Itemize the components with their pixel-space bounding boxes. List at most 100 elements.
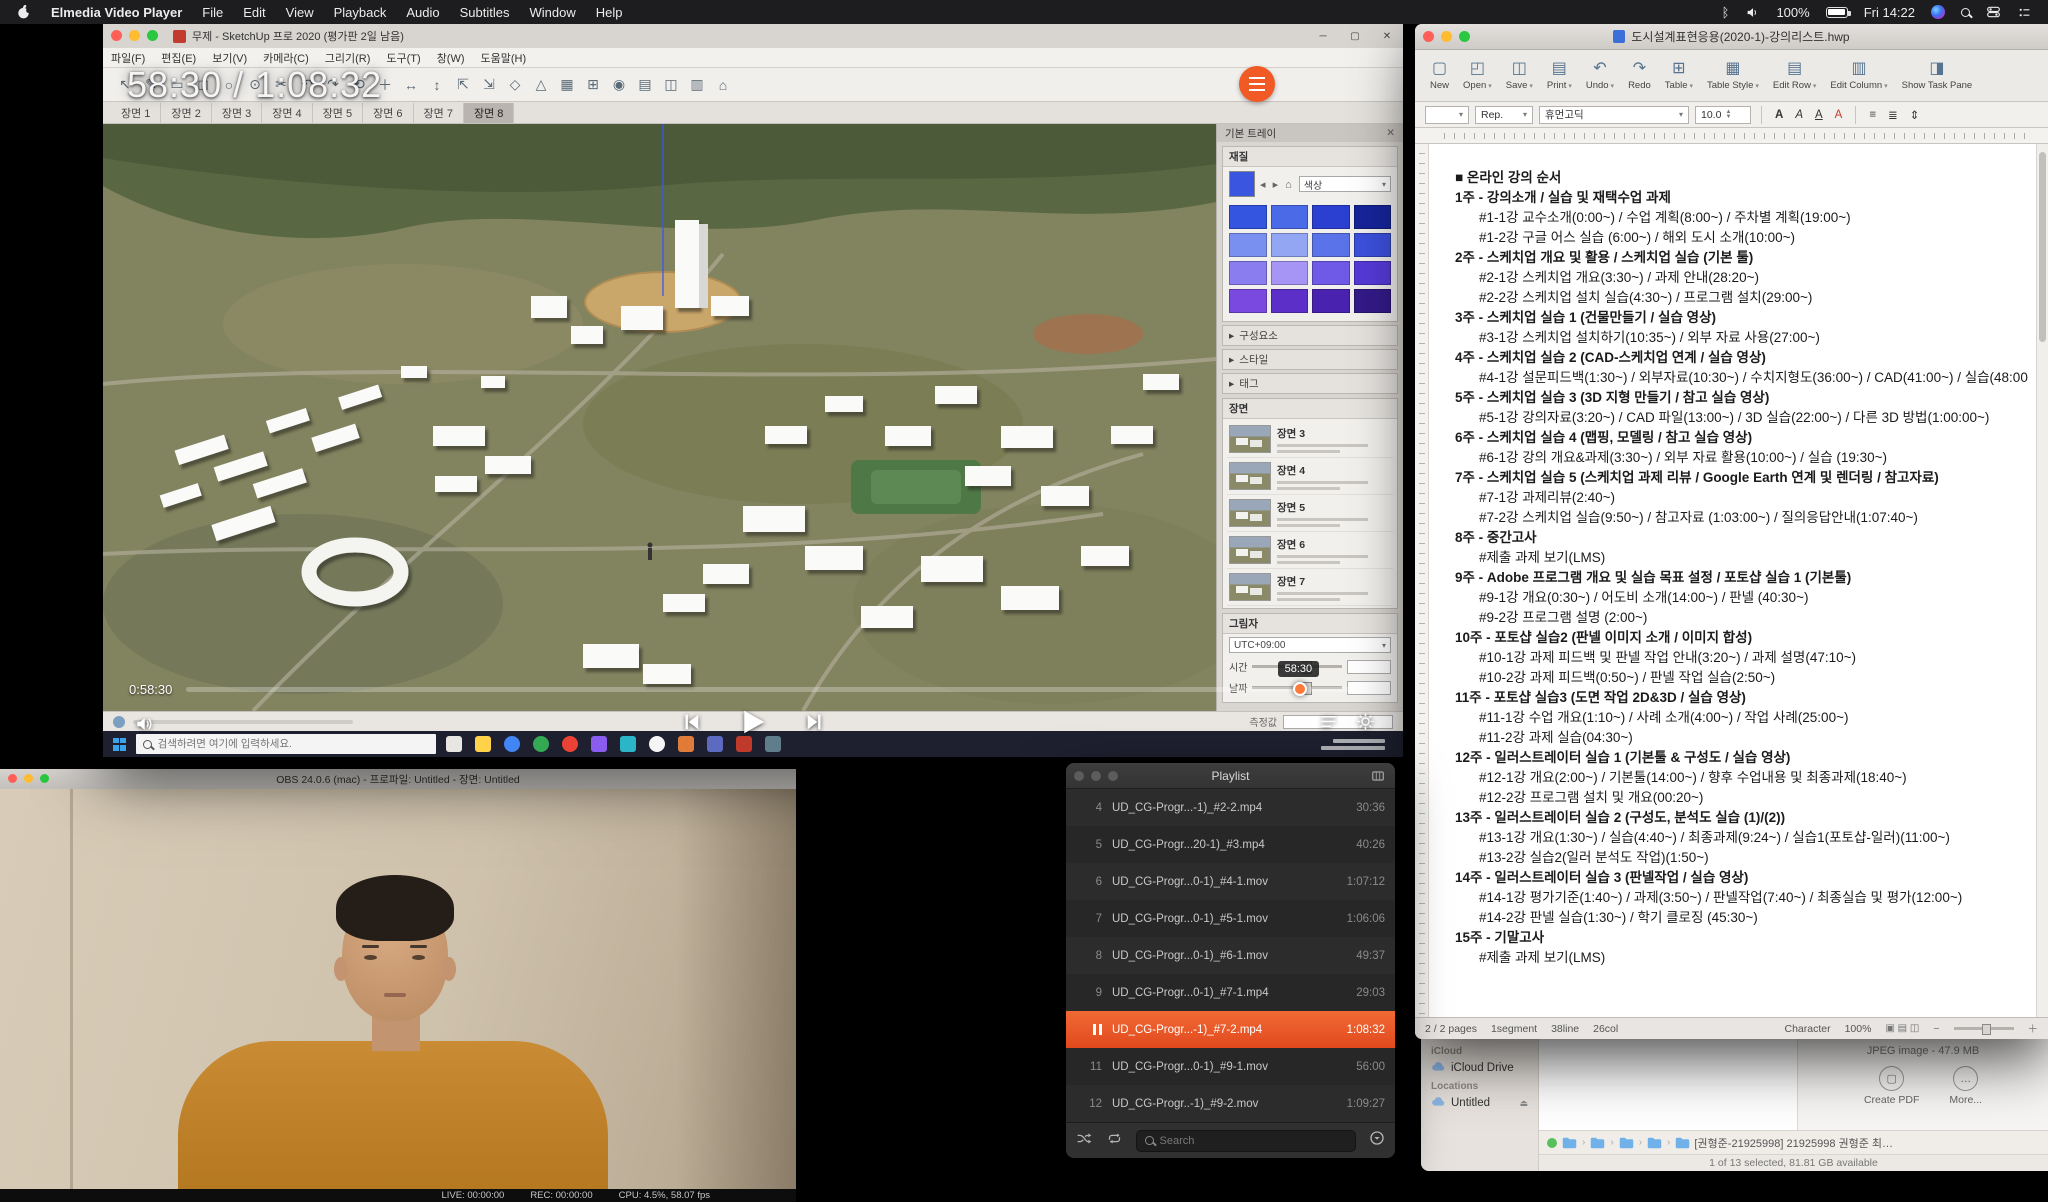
playlist-item[interactable]: 8 UD_CG-Progr...0-1)_#6-1.mov 49:37 [1066, 937, 1395, 974]
line-spacing-icon[interactable]: ⇕ [1907, 108, 1923, 122]
scene-thumbnail-item[interactable]: 장면 4 [1227, 458, 1393, 495]
hwp-toolbar-button[interactable]: ⊞ Table [1658, 60, 1700, 91]
sketchup-tool-icon[interactable]: ⌂ [711, 73, 735, 97]
color-swatch[interactable] [1271, 261, 1309, 285]
zoom-window-button[interactable] [1108, 771, 1118, 781]
volume-icon[interactable] [1745, 6, 1760, 19]
color-swatch[interactable] [1354, 289, 1392, 313]
scene-tab[interactable]: 장면 5 [313, 103, 363, 123]
sketchup-tool-icon[interactable]: ◉ [607, 73, 631, 97]
font-color-icon[interactable]: A [1832, 109, 1846, 121]
seek-bar[interactable]: 58:30 [186, 687, 1377, 692]
sidebar-item[interactable]: Untitled ⏏ [1421, 1093, 1538, 1113]
hwp-toolbar-button[interactable]: ↷ Redo [1621, 60, 1658, 91]
zoom-window-button[interactable] [147, 30, 158, 41]
playlist-item[interactable]: 5 UD_CG-Progr...20-1)_#3.mp4 40:26 [1066, 826, 1395, 863]
shuffle-icon[interactable] [1076, 1131, 1093, 1151]
playlist-panel-icon[interactable] [1371, 769, 1385, 786]
hwp-toolbar-button[interactable]: ◰ Open [1456, 60, 1499, 91]
zoom-slider[interactable] [1954, 1027, 2014, 1030]
minimize-window-button[interactable] [129, 30, 140, 41]
spotlight-icon[interactable] [1961, 8, 1970, 17]
next-button[interactable] [804, 711, 826, 733]
hwp-toolbar-button[interactable]: ▢ New [1423, 60, 1456, 91]
apple-menu-icon[interactable] [16, 4, 31, 20]
scenes-panel-header[interactable]: 장면 [1223, 399, 1397, 419]
color-swatch[interactable] [1354, 205, 1392, 229]
hwp-toolbar-button[interactable]: ◨ Show Task Pane [1895, 60, 1980, 91]
color-swatch[interactable] [1354, 233, 1392, 257]
seek-handle[interactable] [1293, 682, 1307, 696]
sketchup-tool-icon[interactable]: ▤ [633, 73, 657, 97]
obs-titlebar[interactable]: OBS 24.0.6 (mac) - 프로파일: Untitled - 장면: … [0, 769, 796, 789]
utc-dropdown[interactable]: UTC+09:00▾ [1229, 637, 1391, 653]
hwp-toolbar-button[interactable]: ▤ Edit Row [1766, 60, 1823, 91]
zoom-window-button[interactable] [40, 774, 49, 783]
hwp-titlebar[interactable]: 도시설계표현응용(2020-1)-강의리스트.hwp [1415, 24, 2048, 50]
zoom-out-icon[interactable]: − [1933, 1023, 1939, 1035]
tray-section-header[interactable]: ▸ 스타일 [1222, 349, 1398, 370]
sketchup-tool-icon[interactable]: ↕ [425, 73, 449, 97]
scene-thumbnail-item[interactable]: 장면 3 [1227, 421, 1393, 458]
view-mode-icons[interactable]: ▣ ▤ ◫ [1885, 1023, 1919, 1034]
playlist-sort-icon[interactable] [1369, 1130, 1385, 1151]
zoom-in-icon[interactable]: ＋ [2028, 1021, 2039, 1036]
menu-bar-item[interactable]: Playback [334, 5, 387, 20]
horizontal-ruler[interactable] [1415, 128, 2048, 144]
menu-bar-clock[interactable]: Fri 14:22 [1864, 5, 1915, 20]
obs-window-controls[interactable] [8, 774, 49, 783]
path-crumb[interactable] [1562, 1137, 1577, 1149]
hwp-toolbar-button[interactable]: ↶ Undo [1579, 60, 1621, 91]
finder-file-list[interactable] [1539, 1039, 1798, 1130]
control-center-icon[interactable] [1986, 5, 2001, 19]
style-dropdown[interactable]: ▾ [1425, 106, 1469, 124]
color-swatch[interactable] [1271, 289, 1309, 313]
tray-section-header[interactable]: ▸ 구성요소 [1222, 325, 1398, 346]
minimize-window-button[interactable] [24, 774, 33, 783]
eject-icon[interactable]: ⏏ [1519, 1098, 1528, 1109]
win-maximize-icon[interactable]: ▢ [1339, 31, 1371, 42]
menu-bar-item[interactable]: Help [596, 5, 623, 20]
playlist-search-box[interactable] [1136, 1130, 1356, 1152]
sketchup-tool-icon[interactable]: ⇱ [451, 73, 475, 97]
shadows-panel-header[interactable]: 그림자 [1223, 614, 1397, 634]
menu-bar-item[interactable]: Edit [243, 5, 265, 20]
hwp-toolbar-button[interactable]: ▤ Print [1540, 60, 1579, 91]
repeat-icon[interactable] [1106, 1131, 1123, 1151]
sketchup-titlebar[interactable]: 무제 - SketchUp 프로 2020 (평가판 2일 남음) ─ ▢ ✕ [103, 24, 1403, 48]
bold-icon[interactable]: A [1772, 109, 1786, 121]
materials-nav-icons[interactable]: ◂ ▸ ⌂ [1260, 178, 1294, 191]
aerial-3d-model[interactable] [103, 124, 1216, 711]
scene-tab[interactable]: 장면 3 [212, 103, 262, 123]
quick-action-button[interactable]: … More... [1949, 1066, 1982, 1106]
align-left-icon[interactable]: ≡ [1866, 109, 1879, 121]
path-crumb[interactable] [1590, 1137, 1605, 1149]
close-window-button[interactable] [111, 30, 122, 41]
scene-tab[interactable]: 장면 6 [363, 103, 413, 123]
rep-dropdown[interactable]: Rep.▾ [1475, 106, 1533, 124]
color-swatch[interactable] [1229, 233, 1267, 257]
play-button[interactable] [738, 707, 768, 737]
playlist-window-controls[interactable] [1074, 771, 1118, 781]
color-swatch[interactable] [1229, 205, 1267, 229]
sketchup-tool-icon[interactable]: ▥ [685, 73, 709, 97]
color-swatch[interactable] [1354, 261, 1392, 285]
sketchup-tool-icon[interactable]: ◇ [503, 73, 527, 97]
hwp-window-controls[interactable] [1423, 31, 1470, 42]
active-app-name[interactable]: Elmedia Video Player [51, 5, 182, 20]
materials-panel-header[interactable]: 재질 [1223, 147, 1397, 167]
playlist-item[interactable]: 9 UD_CG-Progr...0-1)_#7-1.mp4 29:03 [1066, 974, 1395, 1011]
playlist-item[interactable]: 6 UD_CG-Progr...0-1)_#4-1.mov 1:07:12 [1066, 863, 1395, 900]
minimize-window-button[interactable] [1441, 31, 1452, 42]
hamburger-menu-icon[interactable] [1239, 66, 1275, 102]
playlist-item[interactable]: UD_CG-Progr...-1)_#7-2.mp4 1:08:32 [1066, 1011, 1395, 1048]
sketchup-tool-icon[interactable]: ⊞ [581, 73, 605, 97]
notification-center-icon[interactable] [2017, 6, 2032, 19]
vertical-scrollbar[interactable] [2036, 144, 2048, 1017]
playlist-item[interactable]: 4 UD_CG-Progr...-1)_#2-2.mp4 30:36 [1066, 789, 1395, 826]
sketchup-menu-item[interactable]: 도구(T) [378, 50, 428, 66]
zoom-window-button[interactable] [1459, 31, 1470, 42]
playlist-item[interactable]: 11 UD_CG-Progr...0-1)_#9-1.mov 56:00 [1066, 1048, 1395, 1085]
close-window-button[interactable] [1423, 31, 1434, 42]
hwp-toolbar-button[interactable]: ▦ Table Style [1700, 60, 1766, 91]
